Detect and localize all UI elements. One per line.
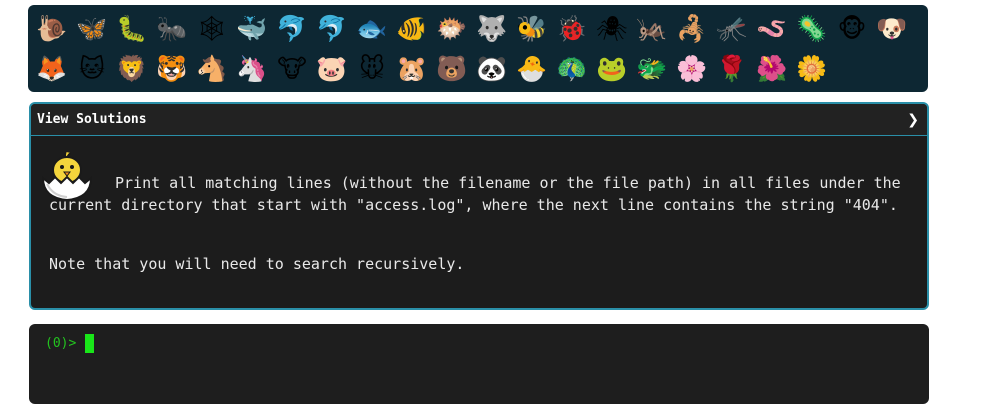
emoji-selector-bar: 🐌 🦋 🐛 🐜 🕸 🐳 🐬 🐬 🐟 🐠 🐡 🐺 🐝 🐞 🕷 🦗 🦂 🦟 🪱 🦠 🐵 🐶 🦊 🐱 🦁 🐯 🐴 🦄 🐮 🐷 🐭 🐹 🐻 🐼 🐣 🦚 🐸 🐲 🌸…: [28, 5, 928, 92]
task-note: Note that you will need to search recurs…: [49, 255, 465, 273]
view-solutions-toggle[interactable]: View Solutions ❯: [31, 104, 927, 136]
solutions-panel: View Solutions ❯ Print all matching line…: [29, 102, 929, 310]
emoji-row-1: 🐌 🦋 🐛 🐜 🕸 🐳 🐬 🐬 🐟 🐠 🐡 🐺 🐝 🐞 🕷 🦗 🦂 🦟 🪱 🦠 🐵 🐶: [32, 8, 924, 48]
emoji-option-row1-4-icon[interactable]: 🐜: [152, 8, 192, 48]
emoji-option-row1-13-icon[interactable]: 🐝: [512, 8, 552, 48]
emoji-option-row1-8-icon[interactable]: 🐬: [312, 8, 352, 48]
emoji-option-row1-22-icon[interactable]: 🐶: [872, 8, 912, 48]
emoji-option-row2-15-icon[interactable]: 🐸: [592, 48, 632, 88]
emoji-option-row2-16-icon[interactable]: 🐲: [632, 48, 672, 88]
emoji-option-row2-14-icon[interactable]: 🦚: [552, 48, 592, 88]
emoji-option-row2-7-icon[interactable]: 🐮: [272, 48, 312, 88]
panel-title: View Solutions: [37, 112, 147, 127]
emoji-option-row1-12-icon[interactable]: 🐺: [472, 8, 512, 48]
emoji-option-row1-10-icon[interactable]: 🐠: [392, 8, 432, 48]
emoji-option-row2-10-icon[interactable]: 🐹: [392, 48, 432, 88]
emoji-option-row1-16-icon[interactable]: 🦗: [632, 8, 672, 48]
emoji-option-row2-3-icon[interactable]: 🦁: [112, 48, 152, 88]
emoji-option-row1-20-icon[interactable]: 🦠: [792, 8, 832, 48]
emoji-option-row1-21-icon[interactable]: 🐵: [832, 8, 872, 48]
emoji-option-row2-11-icon[interactable]: 🐻: [432, 48, 472, 88]
emoji-option-row2-19-icon[interactable]: 🌺: [752, 48, 792, 88]
prompt-line: (0)>: [45, 334, 95, 353]
chevron-right-icon[interactable]: ❯: [907, 112, 919, 128]
emoji-option-row1-1-icon[interactable]: 🐌: [32, 8, 72, 48]
emoji-option-row1-2-icon[interactable]: 🦋: [72, 8, 112, 48]
emoji-option-row2-2-icon[interactable]: 🐱: [72, 48, 112, 88]
emoji-option-row1-18-icon[interactable]: 🦟: [712, 8, 752, 48]
emoji-option-row2-12-icon[interactable]: 🐼: [472, 48, 512, 88]
emoji-option-row2-18-icon[interactable]: 🌹: [712, 48, 752, 88]
emoji-option-row1-11-icon[interactable]: 🐡: [432, 8, 472, 48]
emoji-option-row2-20-icon[interactable]: 🌼: [792, 48, 832, 88]
prompt-label: (0)>: [45, 336, 77, 351]
emoji-option-row1-7-icon[interactable]: 🐬: [272, 8, 312, 48]
terminal[interactable]: (0)>: [29, 324, 929, 404]
emoji-option-row1-15-icon[interactable]: 🕷: [592, 8, 632, 48]
task-description: Print all matching lines (without the fi…: [49, 174, 901, 214]
emoji-option-row2-6-icon[interactable]: 🦄: [232, 48, 272, 88]
emoji-option-row2-13-icon[interactable]: 🐣: [512, 48, 552, 88]
page: 🐌 🦋 🐛 🐜 🕸 🐳 🐬 🐬 🐟 🐠 🐡 🐺 🐝 🐞 🕷 🦗 🦂 🦟 🪱 🦠 🐵 🐶 🦊 🐱 🦁 🐯 🐴 🦄 🐮 🐷 🐭 🐹 🐻 🐼 🐣 🦚 🐸 🐲 🌸…: [0, 0, 986, 411]
emoji-row-2: 🦊 🐱 🦁 🐯 🐴 🦄 🐮 🐷 🐭 🐹 🐻 🐼 🐣 🦚 🐸 🐲 🌸 🌹 🌺 🌼: [32, 48, 924, 88]
emoji-option-row1-14-icon[interactable]: 🐞: [552, 8, 592, 48]
terminal-cursor: [85, 334, 95, 353]
emoji-option-row2-17-icon[interactable]: 🌸: [672, 48, 712, 88]
emoji-option-row2-8-icon[interactable]: 🐷: [312, 48, 352, 88]
emoji-option-row2-1-icon[interactable]: 🦊: [32, 48, 72, 88]
emoji-option-row1-17-icon[interactable]: 🦂: [672, 8, 712, 48]
emoji-option-row1-5-icon[interactable]: 🕸: [192, 8, 232, 48]
emoji-option-row1-9-icon[interactable]: 🐟: [352, 8, 392, 48]
emoji-option-row1-19-icon[interactable]: 🪱: [752, 8, 792, 48]
emoji-option-row2-9-icon[interactable]: 🐭: [352, 48, 392, 88]
emoji-option-row1-6-icon[interactable]: 🐳: [232, 8, 272, 48]
emoji-option-row2-4-icon[interactable]: 🐯: [152, 48, 192, 88]
emoji-option-row2-5-icon[interactable]: 🐴: [192, 48, 232, 88]
emoji-option-row1-3-icon[interactable]: 🐛: [112, 8, 152, 48]
